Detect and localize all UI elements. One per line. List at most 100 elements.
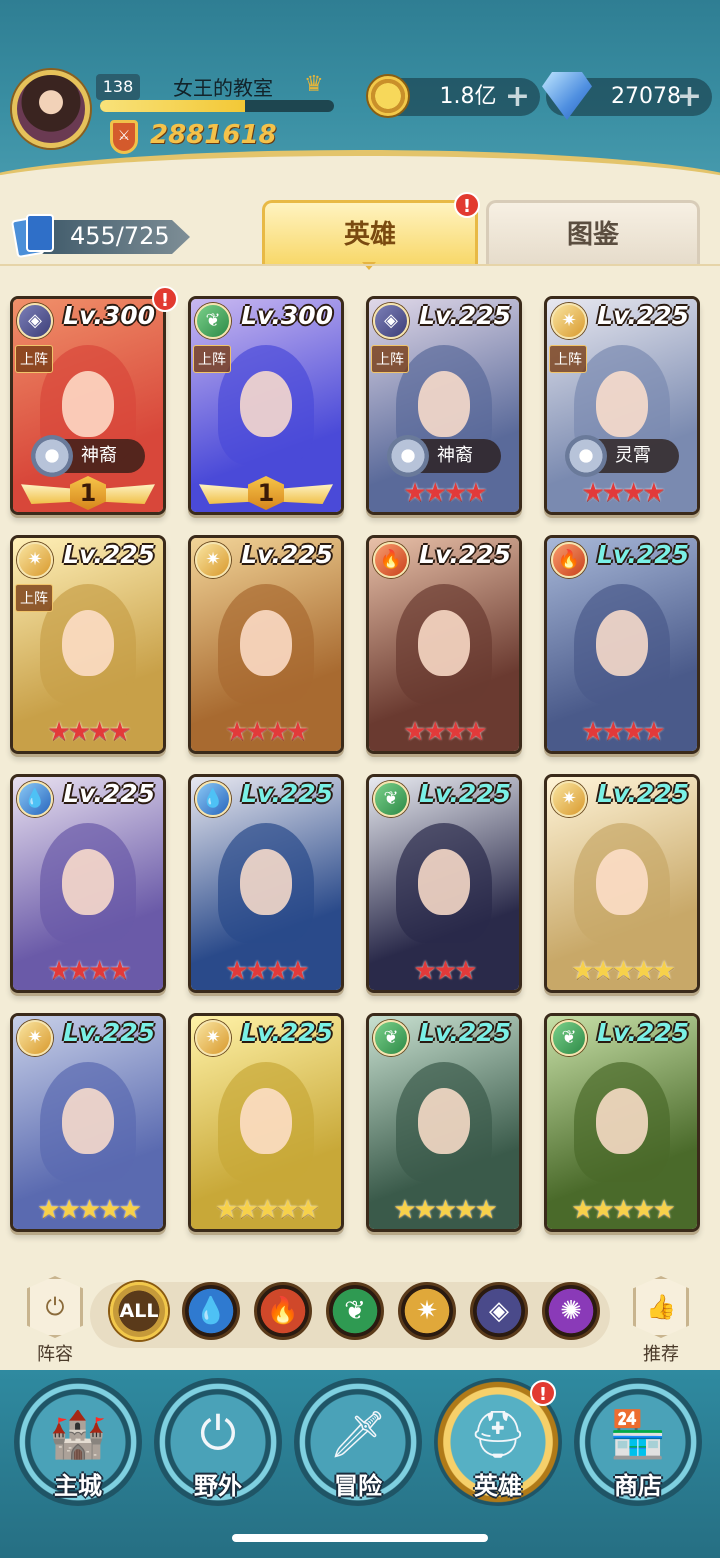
hero-stars: ★★★★ xyxy=(225,717,309,747)
hero-portrait-face xyxy=(62,371,114,437)
hero-card[interactable]: ✷ Lv.225 ★★★★★ xyxy=(10,1013,166,1232)
lineup-button[interactable]: ⏻ 阵容 xyxy=(20,1276,90,1366)
nav-castle[interactable]: 🏰 主城 xyxy=(14,1378,142,1506)
player-name: 女王的教室 xyxy=(173,76,273,100)
hero-stars: ★★★★★ xyxy=(393,1195,498,1225)
nav-portal[interactable]: ⏻ 野外 xyxy=(154,1378,282,1506)
hero-level: Lv.225 xyxy=(597,301,689,330)
filter-arcane-button[interactable]: ✺ xyxy=(542,1282,600,1340)
add-diamond-button[interactable]: + xyxy=(677,78,702,116)
hero-level: Lv.300 xyxy=(241,301,333,330)
right-wing-icon xyxy=(103,484,155,504)
hero-card[interactable]: ◈ Lv.225 上阵 神裔 ★★★★ xyxy=(366,296,522,515)
hero-portrait-face xyxy=(596,1088,648,1154)
diamond-crest-icon: ◈ xyxy=(17,303,53,339)
hero-card[interactable]: ✷ Lv.225 ★★★★★ xyxy=(544,774,700,993)
hero-card[interactable]: ◈ Lv.300 上阵 神裔 1 xyxy=(10,296,166,515)
leaf-icon: ❦ xyxy=(373,781,409,817)
hero-portrait-face xyxy=(418,610,470,676)
hero-level: Lv.225 xyxy=(419,301,511,330)
filter-all-button[interactable]: ALL xyxy=(110,1282,168,1340)
hero-card[interactable]: ❦ Lv.225 ★★★★★ xyxy=(544,1013,700,1232)
hero-stars: ★★★★ xyxy=(581,717,665,747)
hero-portrait-face xyxy=(418,1088,470,1154)
add-gold-button[interactable]: + xyxy=(505,78,530,116)
hero-tag: 神裔 xyxy=(387,435,501,477)
hero-tag-label: 神裔 xyxy=(437,445,473,466)
nav-label: 主城 xyxy=(54,1472,102,1500)
nav-helmet[interactable]: ⛑ 英雄! xyxy=(434,1378,562,1506)
right-wing-icon xyxy=(281,484,333,504)
sun-star-icon: ✷ xyxy=(17,1020,53,1056)
hero-level: Lv.225 xyxy=(63,1018,155,1047)
panel-divider xyxy=(0,264,720,266)
crown-icon: ♛ xyxy=(304,72,324,97)
nav-shop[interactable]: 🏪 商店 xyxy=(574,1378,702,1506)
filter-forest-button[interactable]: ❦ xyxy=(326,1282,384,1340)
deployed-badge: 上阵 xyxy=(15,345,53,373)
hero-card[interactable]: ❦ Lv.300 上阵 1 xyxy=(188,296,344,515)
hero-card[interactable]: 🔥 Lv.225 ★★★★ xyxy=(366,535,522,754)
filter-water-button[interactable]: 💧 xyxy=(182,1282,240,1340)
hero-level: Lv.225 xyxy=(419,1018,511,1047)
recommend-button[interactable]: 👍 推荐 xyxy=(626,1276,696,1366)
hero-card[interactable]: ❦ Lv.225 ★★★ xyxy=(366,774,522,993)
hero-stars: ★★★★★ xyxy=(37,1195,142,1225)
hero-tag-label: 神裔 xyxy=(81,445,117,466)
top-bar: 138 女王的教室 ♛ ⚔ 2881618 1.8亿 + 27078 + xyxy=(0,0,720,246)
hero-alert-icon: ! xyxy=(152,286,178,312)
bottom-nav: 🏰 主城 ⏻ 野外 🗡 冒险 ⛑ 英雄! 🏪 商店 xyxy=(0,1370,720,1558)
diamond-counter: 27078 + xyxy=(542,72,712,120)
hero-portrait-face xyxy=(418,849,470,915)
water-drop-icon: 💧 xyxy=(17,781,53,817)
hero-stars: ★★★★ xyxy=(581,478,665,508)
hero-card[interactable]: ❦ Lv.225 ★★★★★ xyxy=(366,1013,522,1232)
faction-filter-row: ⏻ 阵容 ALL 💧 🔥 ❦ ✷ ◈ ✺ 👍 推荐 xyxy=(0,1268,720,1368)
deployed-badge: 上阵 xyxy=(193,345,231,373)
diamond-crest-icon: ◈ xyxy=(489,1296,509,1326)
hero-portrait-face xyxy=(240,849,292,915)
sun-star-icon: ✷ xyxy=(195,1020,231,1056)
hero-level: Lv.225 xyxy=(63,540,155,569)
collection-count: 455/725 xyxy=(70,222,170,250)
hero-card[interactable]: ✷ Lv.225 上阵 灵霄 ★★★★ xyxy=(544,296,700,515)
filter-shadow-button[interactable]: ◈ xyxy=(470,1282,528,1340)
swirl-icon: ✺ xyxy=(560,1296,582,1326)
diamond-value: 27078 xyxy=(611,84,681,109)
hero-stars: ★★★★ xyxy=(403,478,487,508)
hero-level: Lv.225 xyxy=(63,779,155,808)
hero-portrait-face xyxy=(240,1088,292,1154)
left-wing-icon xyxy=(199,484,251,504)
hero-card[interactable]: ✷ Lv.225 ★★★★ xyxy=(188,535,344,754)
nav-sword[interactable]: 🗡 冒险 xyxy=(294,1378,422,1506)
rank-wings-badge: 1 xyxy=(21,476,155,510)
sun-star-icon: ✷ xyxy=(17,542,53,578)
gold-value: 1.8亿 xyxy=(439,84,497,109)
hero-portrait-face xyxy=(418,371,470,437)
hero-stars: ★★★★★ xyxy=(571,1195,676,1225)
hero-card[interactable]: ✷ Lv.225 ★★★★★ xyxy=(188,1013,344,1232)
deployed-badge: 上阵 xyxy=(371,345,409,373)
hero-card[interactable]: 💧 Lv.225 ★★★★ xyxy=(188,774,344,993)
water-drop-icon: 💧 xyxy=(195,781,231,817)
player-avatar[interactable] xyxy=(12,70,90,148)
deployed-badge: 上阵 xyxy=(15,584,53,612)
filter-light-button[interactable]: ✷ xyxy=(398,1282,456,1340)
hero-card[interactable]: ✷ Lv.225 上阵 ★★★★ xyxy=(10,535,166,754)
tab-codex[interactable]: 图鉴 xyxy=(486,200,700,264)
nav-label: 野外 xyxy=(194,1472,242,1500)
flame-icon: 🔥 xyxy=(551,542,587,578)
hero-level: Lv.225 xyxy=(419,540,511,569)
hero-card[interactable]: 💧 Lv.225 ★★★★ xyxy=(10,774,166,993)
nav-alert-icon: ! xyxy=(530,1380,556,1406)
hero-card[interactable]: 🔥 Lv.225 ★★★★ xyxy=(544,535,700,754)
hero-level: Lv.225 xyxy=(597,1018,689,1047)
flame-icon: 🔥 xyxy=(373,542,409,578)
castle-icon: 🏰 xyxy=(49,1406,107,1461)
filter-fire-button[interactable]: 🔥 xyxy=(254,1282,312,1340)
tab-heroes[interactable]: 英雄 xyxy=(262,200,478,264)
leaf-icon: ❦ xyxy=(195,303,231,339)
hero-portrait-face xyxy=(240,610,292,676)
hero-portrait-face xyxy=(240,371,292,437)
hero-portrait-face xyxy=(596,610,648,676)
